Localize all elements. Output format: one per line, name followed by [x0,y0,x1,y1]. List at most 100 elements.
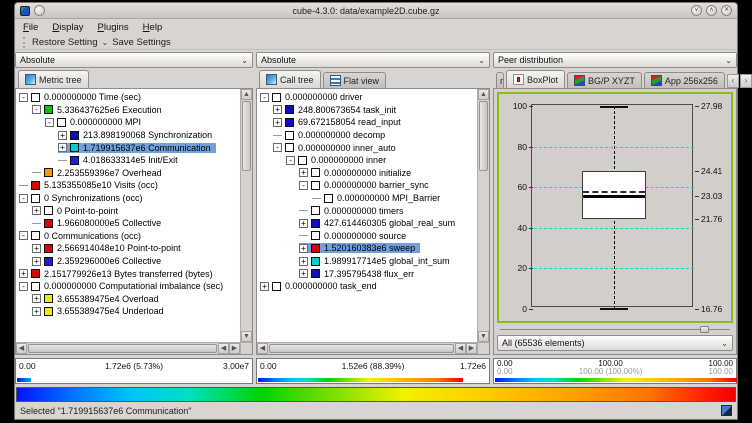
tab-flat-view[interactable]: Flat view [323,72,387,88]
collapse-icon[interactable]: - [19,231,28,240]
scroll-up-icon[interactable]: ▲ [478,89,489,100]
scroll-left-icon[interactable]: ◀ [257,343,268,354]
menu-help[interactable]: Help [143,22,163,33]
expand-icon[interactable]: + [273,105,282,114]
chevron-down-icon[interactable]: ⌄ [101,38,108,47]
tree-row[interactable]: +213.898190068 Synchronization [19,129,240,142]
scroll-handle[interactable] [28,344,217,353]
scroll-left-icon[interactable]: ◀ [16,343,27,354]
scroll-left-icon[interactable]: ◀ [218,343,229,354]
scroll-right-icon[interactable]: ▶ [229,343,240,354]
menu-file[interactable]: File [23,22,38,33]
expand-icon[interactable]: + [273,118,282,127]
scroll-handle[interactable] [479,101,488,171]
collapse-icon[interactable]: - [45,118,54,127]
tree-row[interactable]: +17.395795438 flux_err [260,267,477,280]
collapse-icon[interactable]: - [273,143,282,152]
tree-row[interactable]: -0.000000000 inner_auto [260,141,477,154]
tree-row[interactable]: +1.989917714e5 global_int_sum [260,255,477,268]
tree-row[interactable]: 0.000000000 decomp [260,129,477,142]
tree-row[interactable]: -0.000000000 barrier_sync [260,179,477,192]
scroll-down-icon[interactable]: ▼ [241,331,252,342]
tree-row[interactable]: +0.000000000 task_end [260,280,477,293]
collapse-icon[interactable]: - [19,93,28,102]
tree-row[interactable]: -0.000000000 Time (sec) [19,91,240,104]
tree-row[interactable]: +2.151779926e13 Bytes transferred (bytes… [19,267,240,280]
scroll-handle[interactable] [242,101,251,171]
tree-row[interactable]: +0.000000000 initialize [260,167,477,180]
expand-icon[interactable]: + [58,143,67,152]
expand-icon[interactable]: + [32,294,41,303]
scroll-down-icon[interactable]: ▼ [478,331,489,342]
expand-icon[interactable]: + [32,257,41,266]
collapse-icon[interactable]: - [286,156,295,165]
call-mode-select[interactable]: Absolute ⌄ [256,52,490,68]
expand-icon[interactable]: + [32,244,41,253]
tab-system-tree[interactable]: m tree [496,72,504,88]
tree-row[interactable]: -5.336437625e6 Execution [19,104,240,117]
expand-icon[interactable]: + [260,282,269,291]
collapse-icon[interactable]: - [260,93,269,102]
expand-icon[interactable]: + [19,269,28,278]
tree-row[interactable]: +69.672158054 read_input [260,116,477,129]
metric-horizontal-scrollbar[interactable]: ◀ ◀ ▶ [16,342,240,354]
tree-row[interactable]: 1.966080000e5 Collective [19,217,240,230]
tree-row[interactable]: 0.000000000 timers [260,204,477,217]
tab-boxplot[interactable]: BoxPlot [506,70,565,88]
tree-row[interactable]: +427.614460305 global_real_sum [260,217,477,230]
close-button[interactable]: ✕ [721,5,732,16]
scroll-handle[interactable] [269,344,454,353]
minimize-button[interactable]: ∨ [691,5,702,16]
expand-icon[interactable]: + [299,219,308,228]
tree-row[interactable]: +3.655389475e4 Overload [19,293,240,306]
menu-plugins[interactable]: Plugins [98,22,129,33]
tab-bgp-xyzt[interactable]: BG/P XYZT [567,72,642,88]
metric-mode-select[interactable]: Absolute ⌄ [15,52,253,68]
tree-row[interactable]: 4.018633314e5 Init/Exit [19,154,240,167]
tab-metric-tree[interactable]: Metric tree [18,70,89,88]
panel-toggle-icon[interactable] [721,405,732,416]
tab-call-tree[interactable]: Call tree [259,70,321,88]
expand-icon[interactable]: + [32,206,41,215]
metric-vertical-scrollbar[interactable]: ▲ ▼ [240,89,252,342]
toolbar-handle[interactable] [23,37,26,48]
tree-row[interactable]: +3.655389475e4 Underload [19,305,240,318]
tab-scroll-right-icon[interactable]: › [740,74,752,88]
system-mode-select[interactable]: Peer distribution ⌄ [493,52,737,68]
tree-row[interactable]: 0.000000000 MPI_Barrier [260,192,477,205]
tree-row[interactable]: +1.520160383e6 sweep [260,242,477,255]
scroll-right-icon[interactable]: ▶ [466,343,477,354]
expand-icon[interactable]: + [299,244,308,253]
tab-scroll-left-icon[interactable]: ‹ [727,74,739,88]
collapse-icon[interactable]: - [19,282,28,291]
tree-row[interactable]: -0.000000000 driver [260,91,477,104]
window-menu-button[interactable] [34,5,45,16]
expand-icon[interactable]: + [299,168,308,177]
expand-icon[interactable]: + [299,269,308,278]
tab-app-256x256[interactable]: App 256x256 [644,72,725,88]
tree-row[interactable]: +1.719915637e6 Communication [19,141,240,154]
call-horizontal-scrollbar[interactable]: ◀ ◀ ▶ [257,342,477,354]
boxplot-zoom-slider[interactable] [500,325,730,334]
expand-icon[interactable]: + [32,307,41,316]
tree-row[interactable]: +248.800673654 task_init [260,104,477,117]
slider-handle[interactable] [700,326,709,333]
tree-row[interactable]: 5.135355085e10 Visits (occ) [19,179,240,192]
call-vertical-scrollbar[interactable]: ▲ ▼ [477,89,489,342]
expand-icon[interactable]: + [299,257,308,266]
expand-icon[interactable]: + [58,131,67,140]
tree-row[interactable]: 0.000000000 source [260,230,477,243]
subset-select[interactable]: All (65536 elements) ⌄ [497,335,733,351]
tree-row[interactable]: +2.359296000e6 Collective [19,255,240,268]
save-settings-button[interactable]: Save Settings [112,37,171,48]
tree-row[interactable]: +2.566914048e10 Point-to-point [19,242,240,255]
tree-row[interactable]: -0.000000000 MPI [19,116,240,129]
restore-setting-button[interactable]: Restore Setting [32,37,97,48]
tree-row[interactable]: +0 Point-to-point [19,204,240,217]
tree-row[interactable]: -0.000000000 Computational imbalance (se… [19,280,240,293]
scroll-up-icon[interactable]: ▲ [241,89,252,100]
tree-row[interactable]: -0.000000000 inner [260,154,477,167]
collapse-icon[interactable]: - [32,105,41,114]
collapse-icon[interactable]: - [19,194,28,203]
tree-row[interactable]: -0 Synchronizations (occ) [19,192,240,205]
